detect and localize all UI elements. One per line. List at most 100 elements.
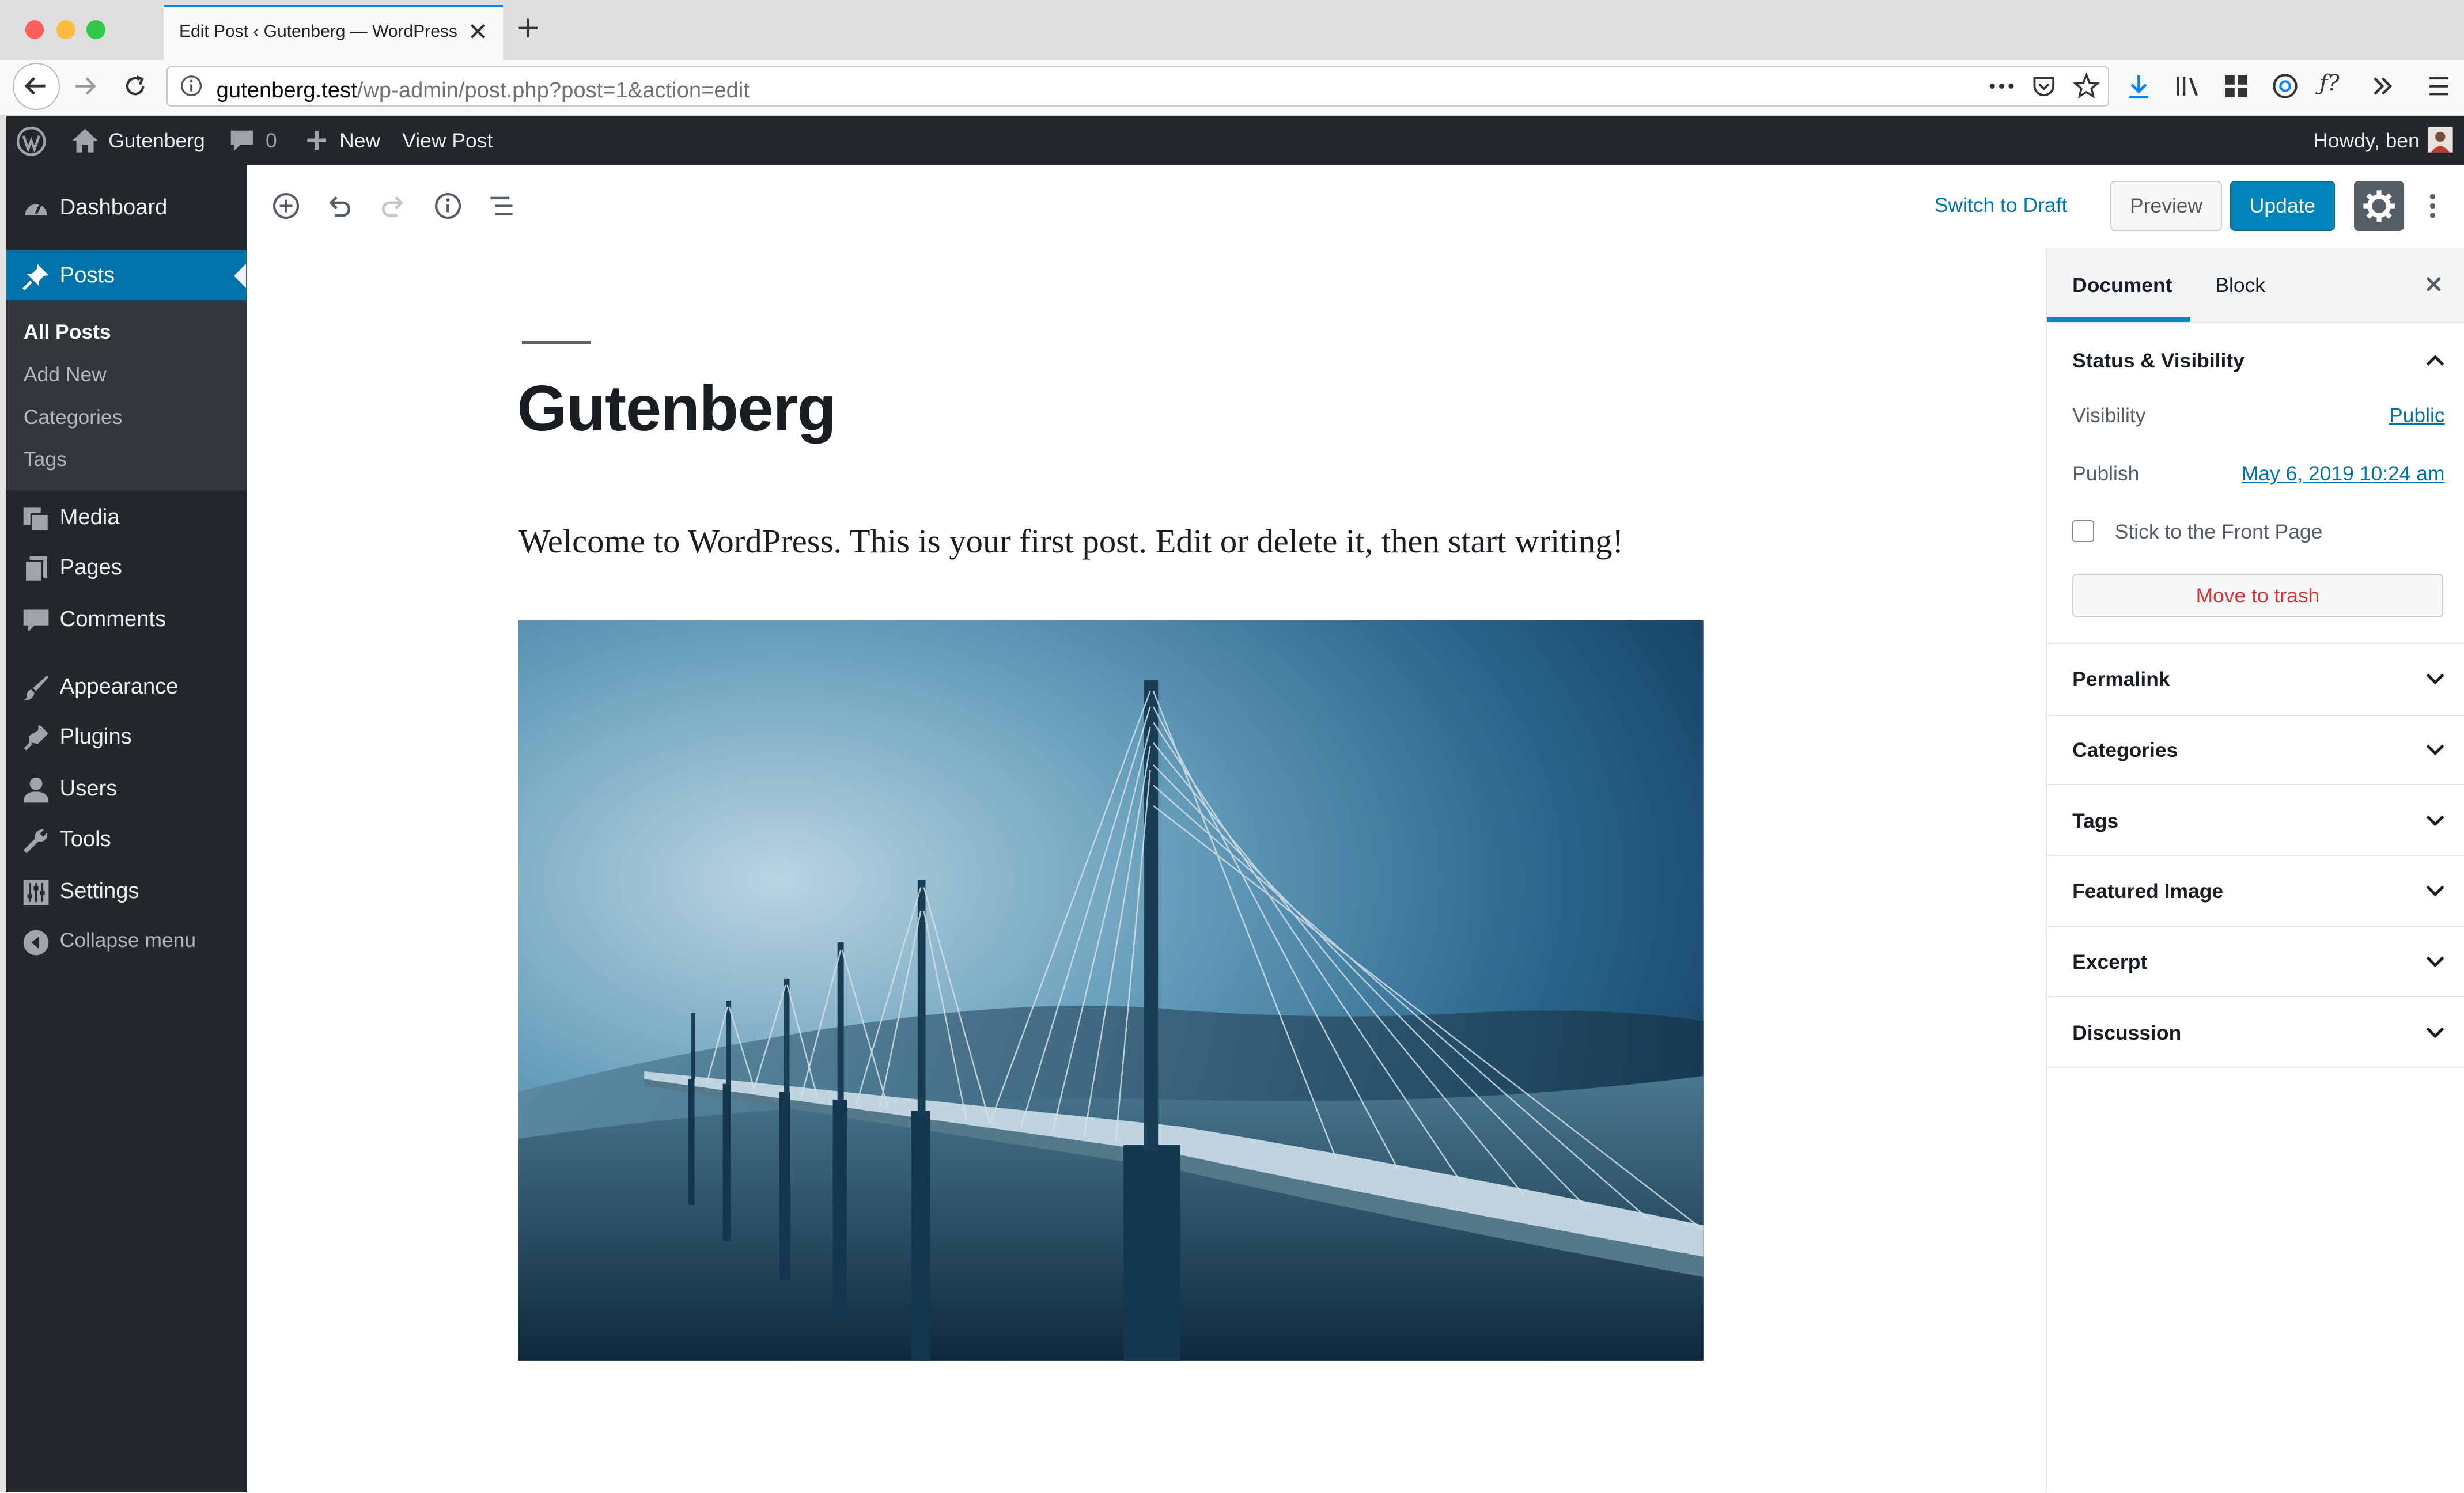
chevron-down-icon: [2424, 668, 2446, 689]
wordpress-logo-icon[interactable]: [16, 126, 47, 157]
chevron-down-icon: [2424, 880, 2446, 901]
library-icon[interactable]: [2173, 72, 2201, 100]
chevron-down-icon: [2424, 1021, 2446, 1043]
add-block-icon[interactable]: [272, 192, 300, 220]
gear-icon: [2363, 190, 2395, 222]
menu-item-appearance[interactable]: Appearance: [6, 661, 247, 715]
overflow-chevrons-icon[interactable]: [2368, 72, 2397, 100]
chevron-up-icon[interactable]: [2424, 349, 2446, 371]
new-tab-icon[interactable]: [516, 16, 541, 41]
hamburger-menu-icon[interactable]: [2425, 72, 2453, 100]
new-content-link[interactable]: New: [339, 129, 380, 153]
plus-icon[interactable]: [306, 130, 327, 150]
content-info-icon[interactable]: [434, 192, 462, 220]
publish-date-link[interactable]: May 6, 2019 10:24 am: [2242, 462, 2445, 486]
menu-item-plugins[interactable]: Plugins: [6, 712, 247, 766]
preview-button[interactable]: Preview: [2110, 180, 2222, 231]
panel-title-status[interactable]: Status & Visibility: [2072, 349, 2245, 373]
menu-item-settings[interactable]: Settings: [6, 866, 247, 919]
move-to-trash-button[interactable]: Move to trash: [2072, 573, 2443, 617]
url-path: /wp-admin/post.php?post=1&action=edit: [357, 78, 750, 103]
redo-icon[interactable]: [379, 192, 407, 220]
pocket-icon[interactable]: [2031, 73, 2057, 98]
editor-header-toolbar: Switch to Draft Preview Update: [247, 165, 2464, 249]
switch-to-draft-button[interactable]: Switch to Draft: [1935, 194, 2068, 217]
current-menu-arrow: [234, 264, 247, 289]
visibility-value-link[interactable]: Public: [2389, 404, 2445, 427]
discussion-panel[interactable]: Discussion: [2047, 998, 2464, 1068]
forward-arrow-icon[interactable]: [71, 72, 99, 100]
menu-label: Settings: [59, 878, 139, 903]
separator-block[interactable]: [521, 340, 591, 344]
minimize-window-button[interactable]: [56, 20, 75, 40]
pushpin-icon: [22, 263, 50, 291]
menu-label: Appearance: [59, 674, 179, 699]
close-sidebar-icon[interactable]: [2424, 275, 2443, 294]
site-name-link[interactable]: Gutenberg: [108, 129, 205, 153]
url-bar[interactable]: gutenberg.test/wp-admin/post.php?post=1&…: [166, 66, 2109, 107]
sidebar-tabs: Document Block: [2047, 248, 2464, 324]
editor-canvas: Gutenberg Welcome to WordPress. This is …: [247, 248, 2046, 1493]
chevron-down-icon: [2424, 738, 2446, 760]
menu-item-dashboard[interactable]: Dashboard: [6, 182, 247, 236]
formula-extension-icon[interactable]: ƒ?: [2319, 71, 2340, 96]
bookmark-star-icon[interactable]: [2072, 72, 2100, 100]
screen: Edit Post ‹ Gutenberg — WordPress gutenb…: [0, 0, 2464, 1493]
menu-item-comments[interactable]: Comments: [6, 594, 247, 647]
more-tools-icon[interactable]: [2418, 192, 2447, 220]
menu-item-posts[interactable]: Posts: [6, 249, 247, 304]
block-navigation-icon[interactable]: [487, 192, 516, 220]
tab-block[interactable]: Block: [2215, 274, 2265, 297]
menu-label: Collapse menu: [59, 929, 196, 952]
menu-item-users[interactable]: Users: [6, 764, 247, 817]
browser-tab[interactable]: Edit Post ‹ Gutenberg — WordPress: [163, 5, 503, 60]
comments-bubble-icon[interactable]: [229, 129, 255, 153]
menu-item-media[interactable]: Media: [6, 492, 247, 545]
close-window-button[interactable]: [25, 20, 44, 40]
back-button[interactable]: [12, 63, 60, 110]
submenu-all-posts[interactable]: All Posts: [24, 320, 111, 344]
update-button[interactable]: Update: [2230, 180, 2336, 231]
media-icon: [22, 505, 50, 533]
paragraph-block[interactable]: Welcome to WordPress. This is your first…: [518, 522, 1623, 560]
download-icon[interactable]: [2125, 72, 2153, 100]
window-edge: [0, 116, 6, 1493]
collapse-menu-button[interactable]: Collapse menu: [6, 916, 247, 969]
post-title[interactable]: Gutenberg: [517, 371, 836, 445]
menu-label: Media: [59, 504, 120, 529]
permalink-panel[interactable]: Permalink: [2047, 644, 2464, 717]
comments-count[interactable]: 0: [266, 129, 277, 153]
visibility-label: Visibility: [2072, 403, 2146, 427]
featured-image-panel[interactable]: Featured Image: [2047, 857, 2464, 927]
tab-close-icon[interactable]: [468, 22, 487, 41]
settings-button[interactable]: [2354, 180, 2405, 231]
submenu-categories[interactable]: Categories: [24, 406, 122, 429]
submenu-add-new[interactable]: Add New: [24, 363, 107, 386]
bridge-photo: [518, 620, 1704, 1361]
menu-item-pages[interactable]: Pages: [6, 542, 247, 596]
avatar[interactable]: [2428, 127, 2453, 153]
tab-title: Edit Post ‹ Gutenberg — WordPress: [179, 21, 457, 41]
howdy-user-link[interactable]: Howdy, ben: [2313, 129, 2420, 153]
menu-label: Pages: [59, 554, 122, 579]
extensions-grid-icon[interactable]: [2222, 72, 2250, 100]
excerpt-panel[interactable]: Excerpt: [2047, 927, 2464, 998]
reload-icon[interactable]: [121, 72, 149, 100]
info-icon[interactable]: [180, 75, 202, 97]
chevron-down-icon: [2424, 950, 2446, 972]
image-block[interactable]: [518, 620, 1704, 1361]
zoom-window-button[interactable]: [86, 20, 105, 40]
extension-gauge-icon[interactable]: [2271, 72, 2299, 100]
view-post-link[interactable]: View Post: [402, 129, 493, 153]
more-actions-icon[interactable]: [1988, 77, 2016, 96]
home-icon[interactable]: [71, 127, 99, 154]
menu-item-tools[interactable]: Tools: [6, 814, 247, 867]
submenu-tags[interactable]: Tags: [24, 448, 67, 471]
comments-icon: [22, 607, 50, 635]
tags-panel[interactable]: Tags: [2047, 786, 2464, 856]
undo-icon[interactable]: [325, 192, 354, 220]
tab-document[interactable]: Document: [2072, 274, 2172, 297]
sticky-checkbox[interactable]: [2072, 520, 2095, 543]
categories-panel[interactable]: Categories: [2047, 715, 2464, 786]
panel-title-permalink: Permalink: [2072, 668, 2170, 691]
